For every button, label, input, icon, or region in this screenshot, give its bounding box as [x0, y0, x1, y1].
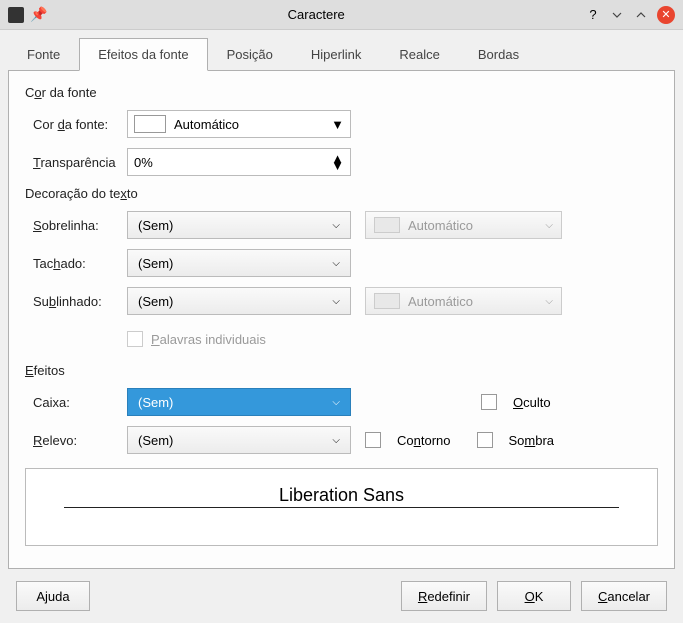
hidden-checkbox[interactable] — [481, 394, 497, 410]
titlebar: 📌 Caractere ? ✕ — [0, 0, 683, 30]
tab-realce[interactable]: Realce — [380, 38, 458, 70]
individual-words-checkbox — [127, 331, 143, 347]
transparency-label: Transparência — [25, 155, 127, 170]
tab-bordas[interactable]: Bordas — [459, 38, 538, 70]
help-icon[interactable]: ? — [585, 7, 601, 23]
app-icon — [8, 7, 24, 23]
pin-icon[interactable]: 📌 — [30, 6, 47, 23]
chevron-down-icon: ⌵ — [332, 397, 340, 408]
tab-fonte[interactable]: Fonte — [8, 38, 79, 70]
shadow-checkbox[interactable] — [477, 432, 493, 448]
case-select[interactable]: (Sem) ⌵ — [127, 388, 351, 416]
strikethrough-select[interactable]: (Sem) ⌵ — [127, 249, 351, 277]
overline-select[interactable]: (Sem) ⌵ — [127, 211, 351, 239]
chevron-down-icon: ⌵ — [332, 220, 340, 231]
section-header-efeitos: Efeitos — [25, 363, 658, 378]
underline-color-select: Automático ⌵ — [365, 287, 562, 315]
font-color-select[interactable]: Automático ▼ — [127, 110, 351, 138]
underline-select[interactable]: (Sem) ⌵ — [127, 287, 351, 315]
preview-box: Liberation Sans — [25, 468, 658, 546]
strikethrough-label: Tachado: — [25, 256, 127, 271]
close-icon[interactable]: ✕ — [657, 6, 675, 24]
individual-words-label: Palavras individuais — [151, 332, 266, 347]
tabs: Fonte Efeitos da fonte Posição Hiperlink… — [8, 30, 675, 71]
chevron-down-icon: ⌵ — [545, 220, 553, 231]
window-title: Caractere — [47, 7, 585, 22]
section-header-deco: Decoração do texto — [25, 186, 658, 201]
preview-text: Liberation Sans — [279, 485, 404, 506]
chevron-down-icon: ⌵ — [332, 296, 340, 307]
outline-checkbox[interactable] — [365, 432, 381, 448]
chevron-down-icon: ⌵ — [332, 435, 340, 446]
section-header-cor: Cor da fonte — [25, 85, 658, 100]
color-swatch-icon — [134, 115, 166, 133]
shadow-label[interactable]: Sombra — [509, 433, 555, 448]
color-swatch-icon — [374, 217, 400, 233]
spinner-buttons[interactable]: ▲▼ — [331, 155, 344, 169]
outline-label[interactable]: Contorno — [397, 433, 451, 448]
help-button[interactable]: Ajuda — [16, 581, 90, 611]
chevron-down-icon: ⌵ — [332, 258, 340, 269]
hidden-label[interactable]: Oculto — [513, 395, 551, 410]
tab-efeitos-fonte[interactable]: Efeitos da fonte — [79, 38, 207, 71]
tab-content: Cor da fonte Cor da fonte: Automático ▼ … — [8, 71, 675, 569]
color-swatch-icon — [374, 293, 400, 309]
transparency-spinner[interactable]: 0% ▲▼ — [127, 148, 351, 176]
overline-label: Sobrelinha: — [25, 218, 127, 233]
relief-select[interactable]: (Sem) ⌵ — [127, 426, 351, 454]
font-color-label: Cor da fonte: — [25, 117, 127, 132]
reset-button[interactable]: Redefinir — [401, 581, 487, 611]
relief-label: Relevo: — [25, 433, 127, 448]
chevron-up-icon[interactable] — [633, 7, 649, 23]
tab-posicao[interactable]: Posição — [208, 38, 292, 70]
case-label: Caixa: — [25, 395, 127, 410]
footer: Ajuda Redefinir OK Cancelar — [0, 569, 683, 623]
cancel-button[interactable]: Cancelar — [581, 581, 667, 611]
chevron-down-icon: ⌵ — [545, 296, 553, 307]
underline-label: Sublinhado: — [25, 294, 127, 309]
dropdown-arrow-icon: ▼ — [331, 117, 344, 132]
tab-hiperlink[interactable]: Hiperlink — [292, 38, 381, 70]
chevron-down-icon[interactable] — [609, 7, 625, 23]
overline-color-select: Automático ⌵ — [365, 211, 562, 239]
ok-button[interactable]: OK — [497, 581, 571, 611]
